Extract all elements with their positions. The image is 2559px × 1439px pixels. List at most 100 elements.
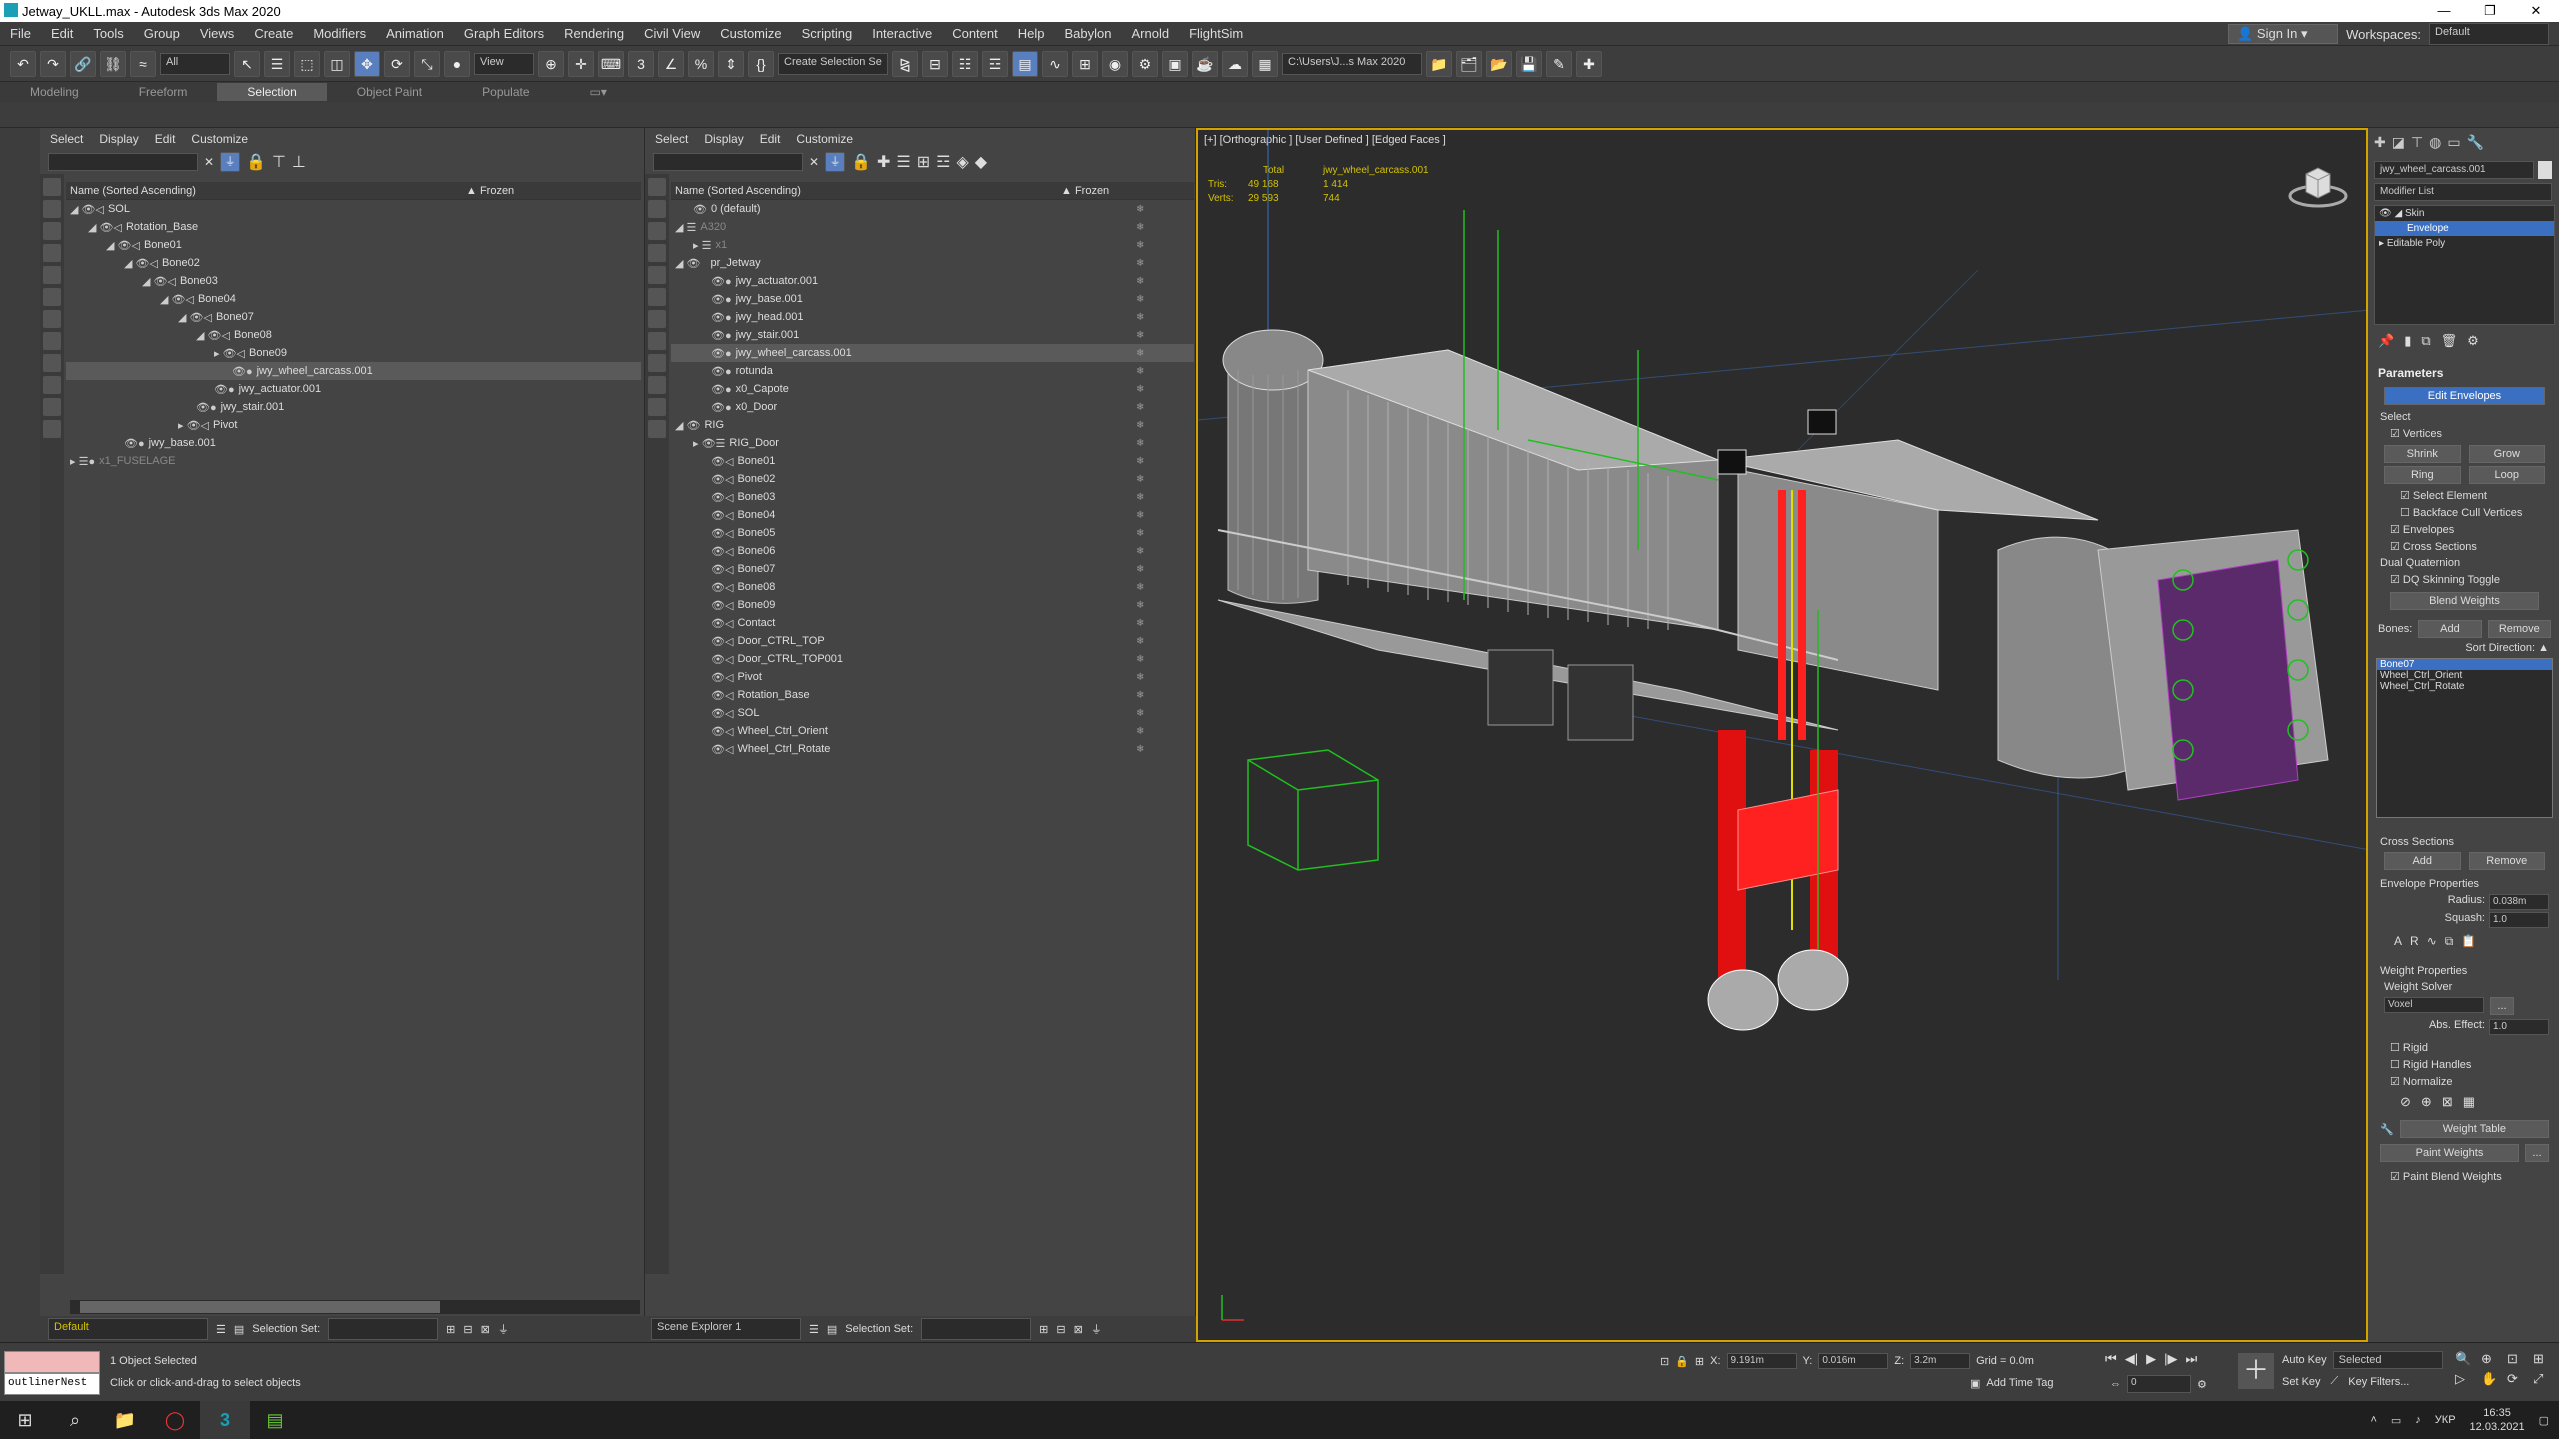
menu-help[interactable]: Help [1008, 26, 1055, 41]
tree-row[interactable]: 👁◁ Wheel_Ctrl_Rotate ❄ [671, 740, 1194, 758]
bones-list[interactable]: Bone07 Wheel_Ctrl_Orient Wheel_Ctrl_Rota… [2376, 658, 2553, 818]
snaps-toggle-icon[interactable]: 3 [628, 50, 654, 77]
angle-snap-icon[interactable]: ∠ [658, 50, 684, 77]
absolute-icon[interactable]: A [2394, 934, 2402, 949]
rotate-icon[interactable]: ⟳ [384, 50, 410, 77]
filter-spacewarps-icon[interactable] [648, 288, 666, 306]
ring-button[interactable]: Ring [2384, 466, 2461, 484]
relative-icon[interactable]: R [2410, 934, 2419, 949]
schematic-view-icon[interactable]: ⊞ [1072, 50, 1098, 77]
tree-row[interactable]: ◢ 👁◁ Rotation_Base [66, 218, 641, 236]
weight-solver-dropdown[interactable]: Voxel [2384, 997, 2484, 1013]
select-object-icon[interactable]: ↖ [234, 50, 260, 77]
tree-row[interactable]: ◢ 👁◁ Bone07 [66, 308, 641, 326]
filter-bones-icon[interactable] [43, 354, 61, 372]
open-project-icon[interactable]: 📂 [1486, 50, 1512, 77]
stack-item-envelope[interactable]: Envelope [2375, 221, 2554, 236]
parameters-rollout[interactable]: Parameters [2370, 363, 2559, 383]
vertices-checkbox[interactable]: ☑ Vertices [2370, 425, 2559, 442]
tray-arrow-icon[interactable]: ˄ [2370, 1414, 2376, 1426]
add-sel-set-icon[interactable]: ⊞ [446, 1323, 455, 1336]
tree-row[interactable]: ▸ 👁◁ Bone09 [66, 344, 641, 362]
tree-row[interactable]: 👁◁ Contact ❄ [671, 614, 1194, 632]
z-coord-field[interactable]: 3.2m [1910, 1353, 1971, 1369]
edit-sel-set-icon[interactable]: ⊠ [481, 1323, 490, 1336]
filter-icon[interactable]: ⏚ [220, 152, 241, 172]
filter-helpers-icon[interactable] [648, 266, 666, 284]
new-layer-icon[interactable]: ✚ [877, 152, 890, 172]
tree-row[interactable]: 👁◁ Rotation_Base ❄ [671, 686, 1194, 704]
tree-row[interactable]: 👁● jwy_stair.001 ❄ [671, 326, 1194, 344]
tree-row[interactable]: 👁◁ Bone05 ❄ [671, 524, 1194, 542]
tree-row-selected[interactable]: 👁● jwy_wheel_carcass.001 ❄ [671, 344, 1194, 362]
sort-icon[interactable]: ▤ [827, 1323, 837, 1336]
selection-filter-dropdown[interactable]: All [160, 52, 230, 75]
volume-icon[interactable]: ♪ [2415, 1414, 2421, 1426]
explorer1-menu-display[interactable]: Display [99, 132, 138, 146]
viewcube-icon[interactable] [2288, 160, 2348, 208]
menu-group[interactable]: Group [134, 26, 190, 41]
file-explorer-icon[interactable]: 📁 [100, 1401, 150, 1439]
tree-row[interactable]: ▸ 👁☰ RIG_Door ❄ [671, 434, 1194, 452]
bone-list-item[interactable]: Bone07 [2377, 659, 2552, 670]
select-element-checkbox[interactable]: ☑ Select Element [2370, 487, 2559, 504]
explorer1-menu-select[interactable]: Select [50, 132, 83, 146]
modifier-list-dropdown[interactable]: Modifier List [2374, 183, 2552, 201]
tab-modeling[interactable]: Modeling [0, 85, 109, 99]
bone-list-item[interactable]: Wheel_Ctrl_Rotate [2377, 681, 2552, 692]
tree-row[interactable]: 👁● jwy_head.001 ❄ [671, 308, 1194, 326]
language-indicator[interactable]: УКР [2435, 1414, 2456, 1426]
brush-icon[interactable]: ✎ [1546, 50, 1572, 77]
filter-shapes-icon[interactable] [43, 200, 61, 218]
zoom-extents-icon[interactable]: ⊡ [2507, 1351, 2529, 1367]
menu-scripting[interactable]: Scripting [792, 26, 863, 41]
blend-weights-button[interactable]: Blend Weights [2390, 592, 2539, 610]
hierarchy2-icon[interactable]: ⊥ [292, 152, 306, 172]
fov-icon[interactable]: ▷ [2455, 1371, 2477, 1387]
tree-row[interactable]: ▸ ☰ x1 ❄ [671, 236, 1194, 254]
time-config-icon[interactable]: ⚙ [2197, 1378, 2207, 1391]
rendered-frame-icon[interactable]: ▣ [1162, 50, 1188, 77]
prev-frame-icon[interactable]: ◀| [2125, 1351, 2138, 1367]
edit-envelopes-button[interactable]: Edit Envelopes [2384, 387, 2545, 405]
layer-explorer-icon[interactable]: ☲ [982, 50, 1008, 77]
maxscript-input[interactable]: outlinerNest [4, 1373, 100, 1395]
paste-icon[interactable]: 📋 [2461, 934, 2476, 949]
explorer1-menu-edit[interactable]: Edit [155, 132, 176, 146]
select-manipulate-icon[interactable]: ✛ [568, 50, 594, 77]
menu-rendering[interactable]: Rendering [554, 26, 634, 41]
tree-row[interactable]: ◢ ☰ A320 ❄ [671, 218, 1194, 236]
maxscript-listener-top[interactable] [4, 1351, 100, 1373]
menu-edit[interactable]: Edit [41, 26, 83, 41]
filter-xrefs-icon[interactable] [43, 332, 61, 350]
include-verts-icon[interactable]: ⊕ [2421, 1094, 2432, 1110]
menu-customize[interactable]: Customize [710, 26, 791, 41]
remove-bone-button[interactable]: Remove [2487, 620, 2551, 638]
current-frame-field[interactable]: 0 [2127, 1375, 2191, 1393]
render-icon[interactable]: ☕ [1192, 50, 1218, 77]
render-production-icon[interactable]: ▦ [1252, 50, 1278, 77]
project-path-dropdown[interactable]: C:\Users\J...s Max 2020 [1282, 52, 1422, 75]
paint-blend-checkbox[interactable]: ☑ Paint Blend Weights [2370, 1168, 2559, 1185]
tree-row[interactable]: 👁● rotunda ❄ [671, 362, 1194, 380]
ribbon-options-icon[interactable]: ▭▾ [560, 85, 637, 99]
grow-button[interactable]: Grow [2468, 445, 2545, 463]
menu-tools[interactable]: Tools [83, 26, 133, 41]
selection-set-dropdown[interactable] [921, 1318, 1032, 1340]
lock-icon[interactable]: 🔒 [851, 152, 871, 172]
link-icon[interactable]: 🔗 [70, 50, 96, 77]
tree-row[interactable]: 👁◁ Bone04 ❄ [671, 506, 1194, 524]
notifications-icon[interactable]: ▢ [2539, 1414, 2549, 1427]
tree-row[interactable]: 👁◁ Pivot ❄ [671, 668, 1194, 686]
clear-icon[interactable]: ✕ [204, 155, 214, 169]
col-name-header[interactable]: Name (Sorted Ascending) [66, 185, 466, 197]
active-layer-icon[interactable]: ◆ [975, 152, 987, 172]
tree-row[interactable]: ◢ 👁 pr_Jetway ❄ [671, 254, 1194, 272]
copy-icon[interactable]: ⧉ [2445, 934, 2454, 949]
key-mode-icon[interactable]: ⇔ [2110, 1378, 2121, 1390]
tree-row[interactable]: ▸ ☰● x1_FUSELAGE [66, 452, 641, 470]
filter-lights-icon[interactable] [648, 222, 666, 240]
filter-geometry-icon[interactable] [43, 178, 61, 196]
stack-item-editable-poly[interactable]: ▸ Editable Poly [2375, 236, 2554, 251]
filter-spacewarps-icon[interactable] [43, 288, 61, 306]
